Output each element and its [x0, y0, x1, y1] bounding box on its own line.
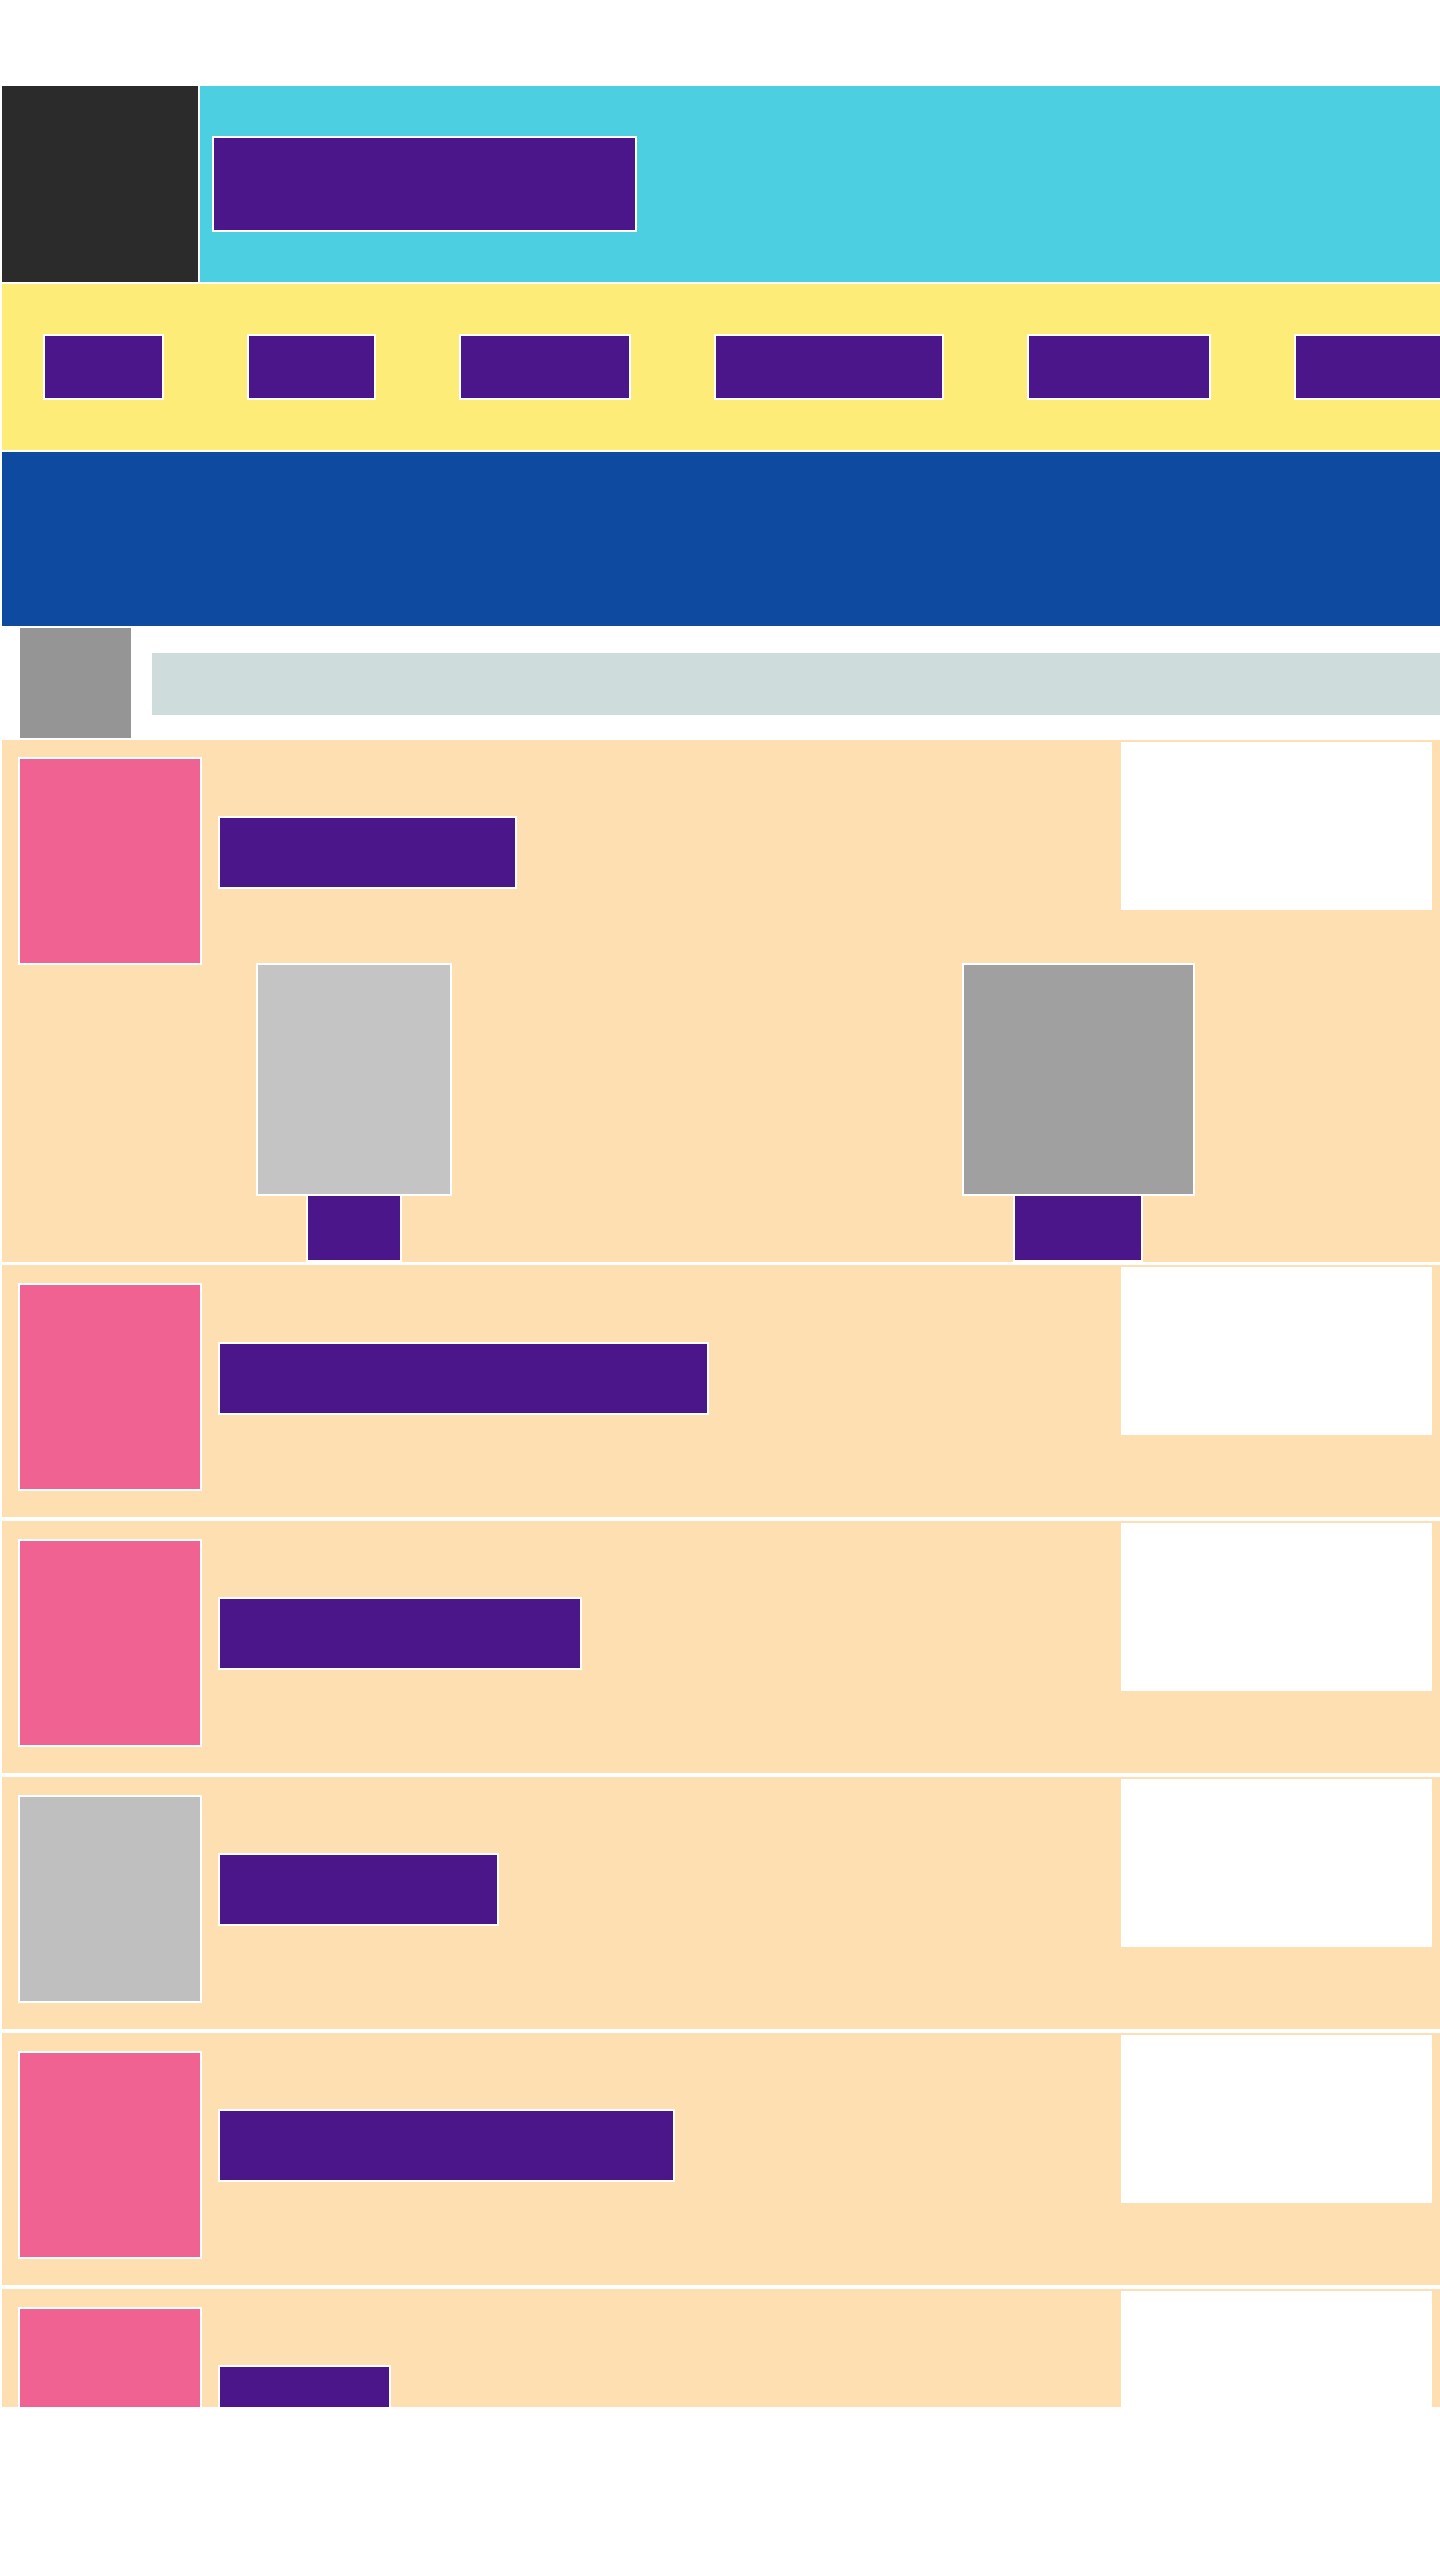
nav-item-2[interactable] [247, 334, 376, 400]
sub-item-label[interactable] [306, 1194, 402, 1262]
card-title[interactable] [218, 1597, 582, 1670]
card-side-panel [1121, 2291, 1432, 2407]
logo[interactable] [0, 84, 200, 284]
card-side-panel [1121, 1267, 1432, 1435]
card-thumbnail[interactable] [18, 757, 202, 965]
card-title[interactable] [218, 2109, 675, 2182]
card-title[interactable] [218, 1853, 499, 1926]
nav-item-5[interactable] [1027, 334, 1211, 400]
card-thumbnail[interactable] [18, 1795, 202, 2003]
card-side-panel [1121, 1779, 1432, 1947]
card-side-panel [1121, 742, 1432, 910]
card-thumbnail[interactable] [18, 2307, 202, 2407]
sub-item-thumbnail[interactable] [256, 963, 452, 1196]
page-root: { "header": { "logo_alt": "", "title": "… [0, 0, 1440, 2560]
nav-item-1[interactable] [43, 334, 164, 400]
nav-item-6[interactable] [1294, 334, 1440, 400]
avatar[interactable] [18, 626, 133, 740]
card-title[interactable] [218, 816, 517, 889]
hero-banner [0, 450, 1440, 628]
card-thumbnail[interactable] [18, 2051, 202, 2259]
card-title[interactable] [218, 1342, 709, 1415]
search-input[interactable] [152, 653, 1440, 715]
site-title[interactable] [212, 136, 637, 232]
card-thumbnail[interactable] [18, 1283, 202, 1491]
card-side-panel [1121, 1523, 1432, 1691]
nav-item-4[interactable] [714, 334, 944, 400]
sub-item-label[interactable] [1013, 1194, 1143, 1262]
card-side-panel [1121, 2035, 1432, 2203]
card-title[interactable] [218, 2365, 391, 2407]
card-thumbnail[interactable] [18, 1539, 202, 1747]
sub-item-thumbnail[interactable] [962, 963, 1195, 1196]
nav-item-3[interactable] [459, 334, 631, 400]
